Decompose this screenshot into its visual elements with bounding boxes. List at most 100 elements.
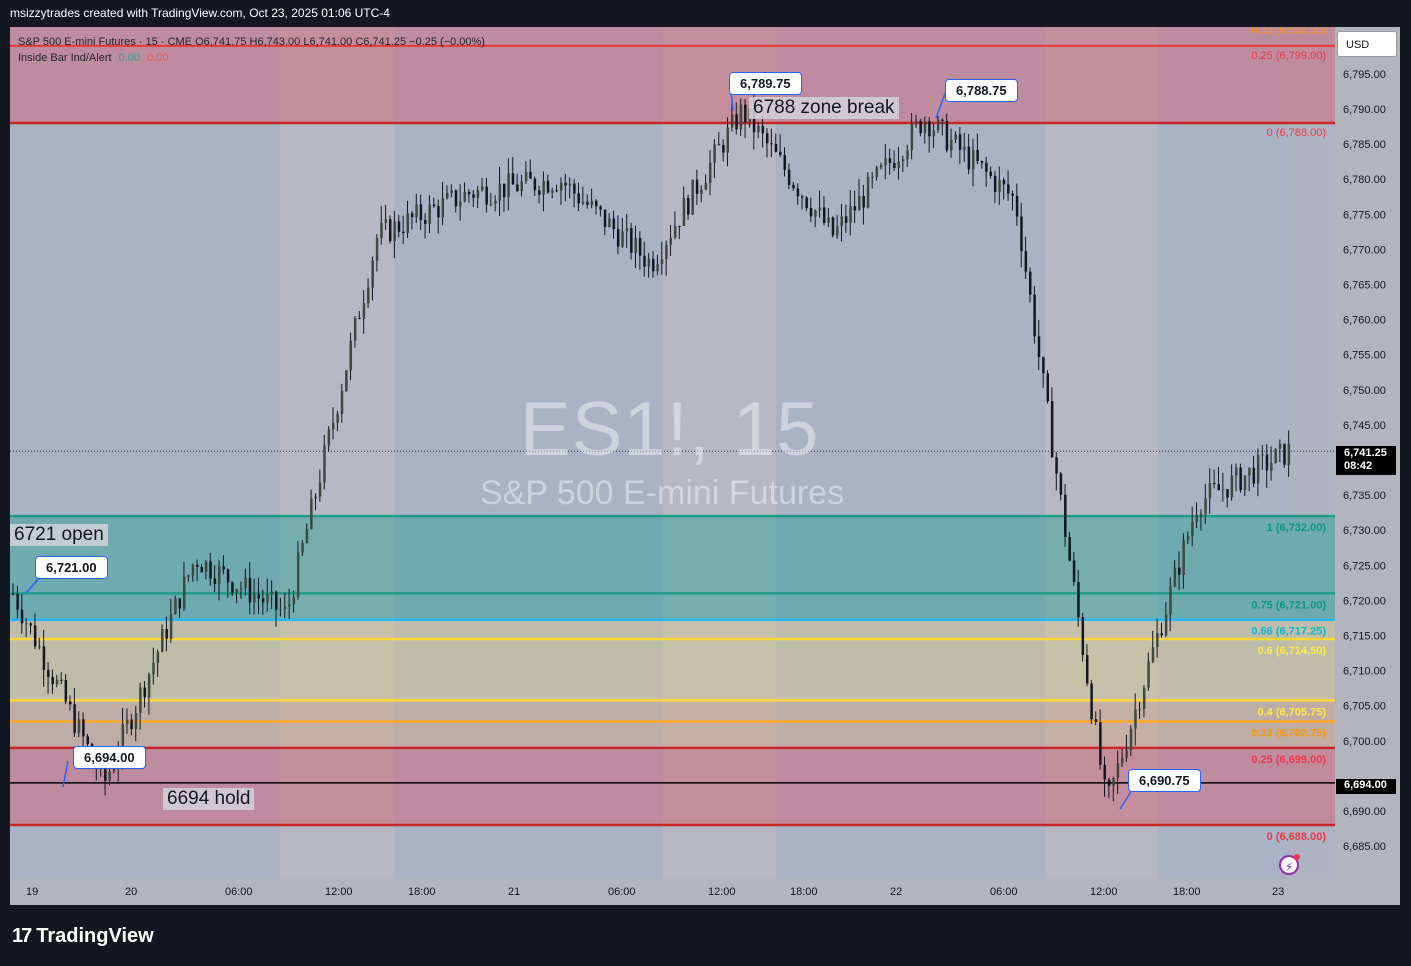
candle-body [310, 498, 313, 529]
time-tick-label: 06:00 [990, 886, 1018, 898]
candle-body [1011, 193, 1014, 196]
candle-body [879, 165, 883, 168]
candle-body [485, 186, 488, 205]
symbol-legend[interactable]: S&P 500 E-mini Futures · 15 · CME O6,741… [18, 34, 485, 50]
candle-body [656, 263, 659, 272]
price-tick-label: 6,705.00 [1343, 701, 1386, 713]
candle-body [279, 609, 282, 611]
fib-label: 0.6 (6,714.50) [1258, 645, 1327, 657]
time-tick-label: 21 [508, 886, 520, 898]
candle-body [669, 237, 673, 245]
tradingview-mark-icon: 17 [12, 925, 32, 947]
candle-body [564, 182, 567, 186]
candle-body [665, 244, 668, 260]
candle-body [397, 221, 401, 232]
candle-body [770, 143, 773, 145]
candle-body [1059, 473, 1063, 495]
candle-body [305, 528, 309, 544]
callout-high-1[interactable]: 6,789.75 [729, 72, 802, 95]
price-tick-label: 6,760.00 [1343, 315, 1386, 327]
price-tick-label: 6,735.00 [1343, 490, 1386, 502]
candle-body [384, 219, 388, 223]
candle-body [1046, 373, 1050, 402]
candle-body [450, 190, 453, 194]
candle-body [314, 496, 317, 499]
candle-body [209, 561, 212, 579]
candle-body [253, 594, 256, 603]
fib-label: 0.4 (6,705.75) [1258, 706, 1327, 718]
candle-body [244, 577, 247, 589]
candle-body [796, 188, 800, 197]
candle-body [340, 390, 344, 414]
candle-body [266, 594, 269, 603]
price-tick-label: 6,690.00 [1343, 806, 1386, 818]
candle-body [998, 179, 1001, 192]
note-zone-break[interactable]: 6788 zone break [749, 97, 899, 119]
candle-body [511, 173, 515, 185]
candle-body [393, 221, 396, 242]
fib-label: 0.33 (6,802.50) [1251, 27, 1326, 36]
candle-body [577, 193, 580, 204]
candle-body [498, 183, 502, 201]
callout-low-2[interactable]: 6,690.75 [1128, 769, 1201, 792]
candle-body [235, 589, 239, 593]
candle-body [77, 719, 81, 733]
candle-body [489, 203, 493, 205]
fib-label: 0 (6,788.00) [1267, 127, 1326, 139]
candle-body [64, 680, 68, 702]
time-tick-label: 18:00 [790, 886, 818, 898]
candle-body [86, 736, 90, 745]
lightning-icon[interactable]: ⚡ [1279, 854, 1300, 875]
watermark-name: S&P 500 E-mini Futures [480, 474, 845, 512]
candle-body [73, 704, 76, 733]
candle-body [204, 561, 208, 573]
candle-body [581, 201, 585, 204]
candle-body [1151, 647, 1155, 662]
candle-body [165, 628, 168, 640]
candle-body [1226, 489, 1229, 498]
indicator-legend[interactable]: Inside Bar Ind/Alert 0.00 0.00 [18, 50, 485, 66]
note-open[interactable]: 6721 open [10, 524, 108, 546]
callout-high-2[interactable]: 6,788.75 [945, 79, 1018, 102]
callout-low-1[interactable]: 6,694.00 [73, 746, 146, 769]
price-tick-label: 6,750.00 [1343, 385, 1386, 397]
candle-body [1186, 535, 1190, 540]
bar-countdown: 08:42 [1344, 460, 1373, 472]
price-tick-label: 6,765.00 [1343, 280, 1386, 292]
candle-body [612, 218, 616, 230]
candle-body [1283, 443, 1286, 465]
candle-body [42, 646, 46, 670]
candle-body [809, 208, 813, 217]
candle-body [467, 191, 471, 195]
candle-body [739, 104, 743, 130]
candle-body [822, 207, 826, 223]
candle-body [125, 719, 129, 725]
callout-open[interactable]: 6,721.00 [35, 556, 108, 579]
candle-body [1024, 251, 1028, 272]
candle-body [257, 594, 260, 599]
candle-body [1002, 179, 1006, 185]
price-tick-label: 6,755.00 [1343, 350, 1386, 362]
candle-body [1081, 617, 1085, 656]
candle-body [68, 701, 72, 705]
candle-body [1173, 567, 1177, 587]
candle-body [700, 189, 703, 194]
candle-body [529, 171, 532, 179]
candle-body [967, 146, 971, 170]
candle-body [410, 213, 414, 218]
candle-body [573, 183, 576, 194]
candle-body [805, 197, 808, 209]
candle-body [1033, 294, 1036, 337]
candle-body [1287, 443, 1291, 465]
note-hold[interactable]: 6694 hold [163, 788, 255, 810]
currency-selector[interactable]: USD [1337, 31, 1397, 57]
candle-body [1270, 463, 1273, 471]
candle-body [1077, 581, 1080, 618]
candle-body [55, 679, 59, 685]
candle-body [402, 231, 405, 234]
candle-body [424, 220, 427, 224]
candle-body [1256, 454, 1260, 484]
candle-body [836, 226, 839, 236]
candle-body [551, 190, 554, 193]
fib-label: 0.75 (6,721.00) [1251, 599, 1326, 611]
